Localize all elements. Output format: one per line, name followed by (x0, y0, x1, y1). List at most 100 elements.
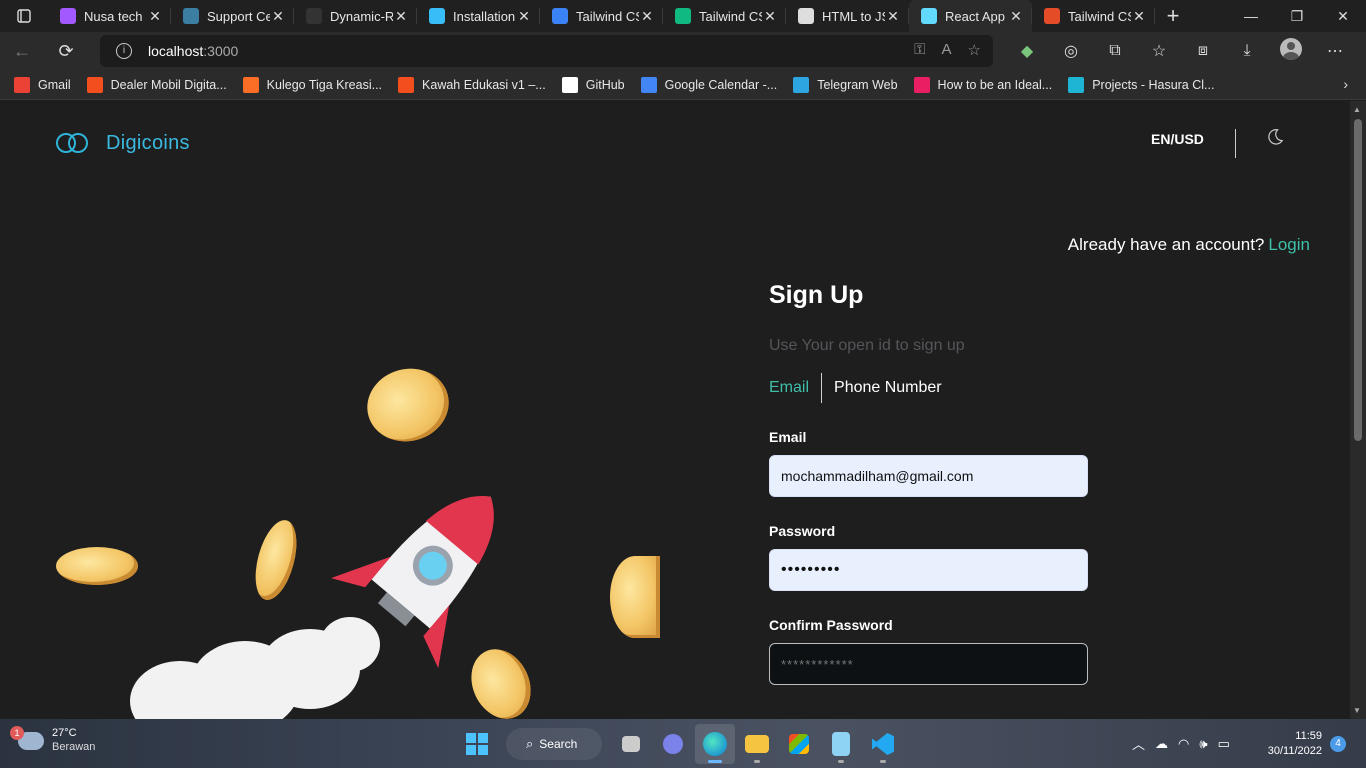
close-tab-icon[interactable]: ✕ (1131, 8, 1147, 25)
edge-taskbar-button[interactable] (695, 724, 735, 764)
telegram-icon (793, 76, 810, 93)
teams-chat-button[interactable] (653, 724, 693, 764)
onedrive-cloud-icon[interactable]: ☁ (1155, 736, 1168, 752)
dark-mode-moon-icon[interactable] (1266, 128, 1284, 146)
confirm-password-field[interactable]: ************ (769, 643, 1088, 685)
start-button[interactable] (457, 724, 497, 764)
key-icon[interactable]: ⚿ (914, 41, 925, 59)
back-button[interactable]: ← (0, 41, 44, 62)
password-field[interactable]: ••••••••• (769, 549, 1088, 591)
taskbar-search[interactable]: ⌕ Search (506, 728, 602, 760)
tab-phone-number[interactable]: Phone Number (822, 379, 942, 397)
minimize-button[interactable]: — (1228, 8, 1274, 25)
vscode-button[interactable] (863, 724, 903, 764)
extension-colorful-icon[interactable]: ◆ (1005, 41, 1049, 61)
scroll-down-arrow-icon[interactable]: ▼ (1353, 706, 1361, 715)
tray-chevron-up-icon[interactable]: ︿ (1132, 734, 1145, 753)
bookmarks-overflow-chevron-icon[interactable]: › (1343, 76, 1348, 92)
bookmark-item[interactable]: Gmail (14, 76, 71, 93)
bookmark-item[interactable]: How to be an Ideal... (913, 76, 1052, 93)
maximize-button[interactable]: ❐ (1274, 8, 1320, 25)
close-window-button[interactable]: ✕ (1320, 8, 1366, 25)
document-icon (798, 8, 814, 24)
battery-icon[interactable]: ▭ (1218, 736, 1230, 752)
system-tray: ︿ ☁ ◠ 🕪 ▭ (1132, 719, 1240, 768)
wifi-icon[interactable]: ◠ (1178, 736, 1189, 752)
page-scrollbar[interactable]: ▲ ▼ (1350, 101, 1366, 719)
url-input[interactable]: i localhost:3000 ⚿ A ☆ (100, 35, 993, 67)
close-tab-icon[interactable]: ✕ (393, 8, 409, 25)
notification-badge[interactable]: 4 (1330, 736, 1346, 752)
language-currency-selector[interactable]: EN/USD (1151, 131, 1204, 147)
bookmark-item[interactable]: Telegram Web (793, 76, 898, 93)
bookmark-item[interactable]: Kawah Edukasi v1 –... (398, 76, 546, 93)
downloads-icon[interactable]: ⤓ (1225, 42, 1269, 60)
browser-tab[interactable]: Support Center✕ (171, 0, 294, 32)
bookmark-label: Kulego Tiga Kreasi... (266, 77, 383, 92)
dot-icon (913, 76, 930, 93)
login-link[interactable]: Login (1268, 235, 1310, 254)
browser-tab[interactable]: Tailwind CSS✕ (663, 0, 786, 32)
tab-title: Support Center (207, 8, 270, 24)
browser-tab[interactable]: Installation ✕ (417, 0, 540, 32)
coin-image (359, 359, 457, 451)
email-field[interactable]: mochammadilham@gmail.com (769, 455, 1088, 497)
browser-tab[interactable]: React App ✕ (909, 0, 1032, 32)
scroll-up-arrow-icon[interactable]: ▲ (1353, 105, 1361, 114)
close-tab-icon[interactable]: ✕ (516, 8, 532, 25)
add-favorite-icon[interactable]: ☆ (968, 41, 981, 59)
tab-email[interactable]: Email (769, 379, 821, 397)
extension-target-icon[interactable]: ◎ (1049, 41, 1093, 61)
have-account-text: Already have an account? (1067, 235, 1265, 254)
weather-widget[interactable]: 1 27°C Berawan (10, 726, 96, 754)
browser-tab[interactable]: Tailwind CSS✕ (1032, 0, 1155, 32)
clock[interactable]: 11:59 30/11/2022 (1262, 729, 1322, 759)
browser-tab[interactable]: Nusa tech ✕ (48, 0, 171, 32)
notepad-button[interactable] (821, 724, 861, 764)
browser-tab[interactable]: Dynamic-React✕ (294, 0, 417, 32)
extensions-icon[interactable]: ⧉ (1093, 42, 1137, 60)
tab-title: Tailwind CSS (699, 8, 762, 24)
clock-time: 11:59 (1295, 730, 1322, 742)
weather-desc: Berawan (52, 741, 96, 753)
new-tab-button[interactable]: + (1155, 3, 1191, 29)
brand-logo[interactable]: Digicoins (54, 128, 190, 158)
cloud-weather-icon: 1 (10, 726, 44, 750)
tab-title: Tailwind CSS (1068, 8, 1131, 24)
close-tab-icon[interactable]: ✕ (762, 8, 778, 25)
tab-actions-icon (17, 9, 31, 23)
close-tab-icon[interactable]: ✕ (270, 8, 286, 25)
leaf-icon (675, 8, 691, 24)
tab-actions-button[interactable] (0, 0, 48, 32)
bookmark-label: Telegram Web (817, 77, 898, 92)
browser-tab[interactable]: HTML to JSX✕ (786, 0, 909, 32)
store-button[interactable] (779, 724, 819, 764)
password-label: Password (769, 523, 836, 539)
bookmark-item[interactable]: Dealer Mobil Digita... (86, 76, 227, 93)
browser-tab-bar: Nusa tech✕Support Center✕Dynamic-React✕I… (0, 0, 1366, 32)
bookmark-item[interactable]: Google Calendar -... (640, 76, 777, 93)
read-aloud-icon[interactable]: A (942, 41, 952, 59)
favorites-icon[interactable]: ☆ (1137, 41, 1181, 61)
bookmark-item[interactable]: Kulego Tiga Kreasi... (242, 76, 383, 93)
react-icon (921, 8, 937, 24)
file-explorer-button[interactable] (737, 724, 777, 764)
close-tab-icon[interactable]: ✕ (147, 8, 163, 25)
header-divider (1235, 129, 1236, 158)
close-tab-icon[interactable]: ✕ (639, 8, 655, 25)
collections-icon[interactable]: ⧈ (1181, 42, 1225, 60)
browser-tab[interactable]: Tailwind CSS✕ (540, 0, 663, 32)
profile-button[interactable] (1269, 37, 1313, 65)
brand-name: Digicoins (106, 131, 190, 154)
teams-icon (663, 734, 683, 754)
close-tab-icon[interactable]: ✕ (1008, 8, 1024, 25)
bookmark-item[interactable]: Projects - Hasura Cl... (1068, 76, 1214, 93)
refresh-button[interactable]: ⟳ (44, 41, 88, 62)
bookmark-item[interactable]: GitHub (561, 76, 625, 93)
scrollbar-thumb[interactable] (1354, 119, 1362, 441)
site-info-icon[interactable]: i (116, 43, 132, 59)
volume-icon[interactable]: 🕪 (1199, 736, 1207, 752)
task-view-button[interactable] (611, 724, 651, 764)
close-tab-icon[interactable]: ✕ (885, 8, 901, 25)
more-menu-icon[interactable]: ⋯ (1313, 41, 1357, 61)
